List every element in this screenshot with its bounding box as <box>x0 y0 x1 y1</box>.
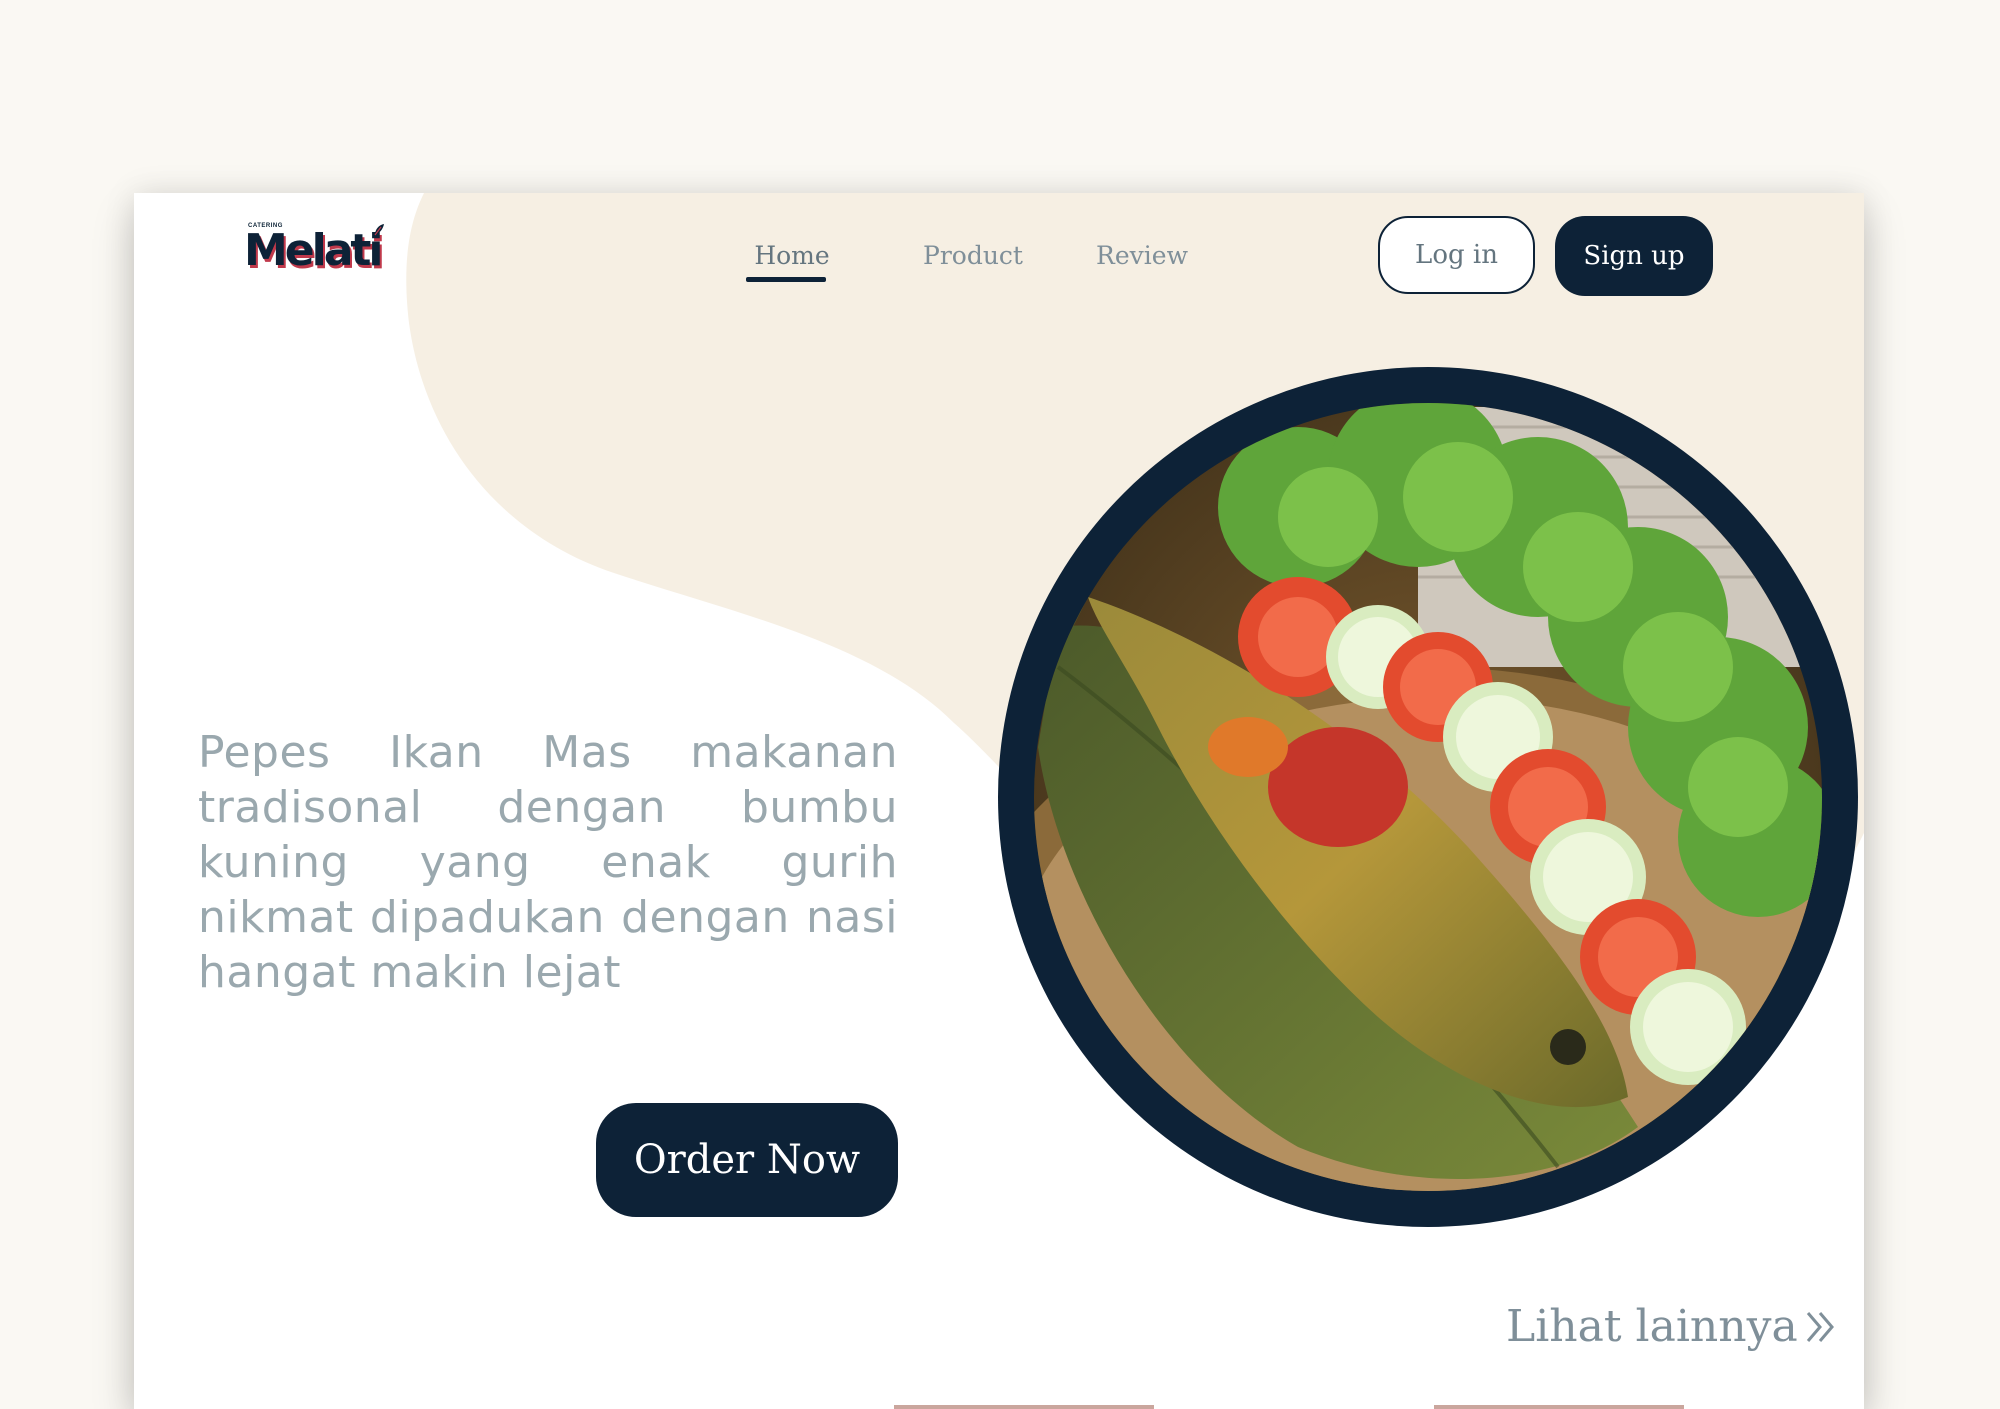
nav-item-home[interactable]: Home <box>752 241 832 270</box>
signup-button[interactable]: Sign up <box>1555 216 1713 296</box>
order-now-button[interactable]: Order Now <box>596 1103 898 1217</box>
page-background: CATERING Melati Home Product Review Log … <box>0 0 2000 1409</box>
login-button[interactable]: Log in <box>1378 216 1535 294</box>
leaf-icon <box>374 224 384 236</box>
nav-item-review[interactable]: Review <box>1092 241 1192 270</box>
next-card-peek <box>1434 1405 1684 1409</box>
food-illustration <box>998 367 1858 1227</box>
food-image <box>998 367 1858 1227</box>
nav-item-product[interactable]: Product <box>918 241 1028 270</box>
see-more-label: Lihat lainnya <box>1506 1301 1798 1352</box>
nav-active-indicator <box>746 277 826 282</box>
next-card-peek <box>894 1405 1154 1409</box>
double-chevron-right-icon <box>1806 1311 1834 1342</box>
landing-card: CATERING Melati Home Product Review Log … <box>134 193 1864 1409</box>
hero-description: Pepes Ikan Mas makanan tradisonal dengan… <box>198 727 898 998</box>
see-more-link[interactable]: Lihat lainnya <box>1506 1301 1838 1352</box>
